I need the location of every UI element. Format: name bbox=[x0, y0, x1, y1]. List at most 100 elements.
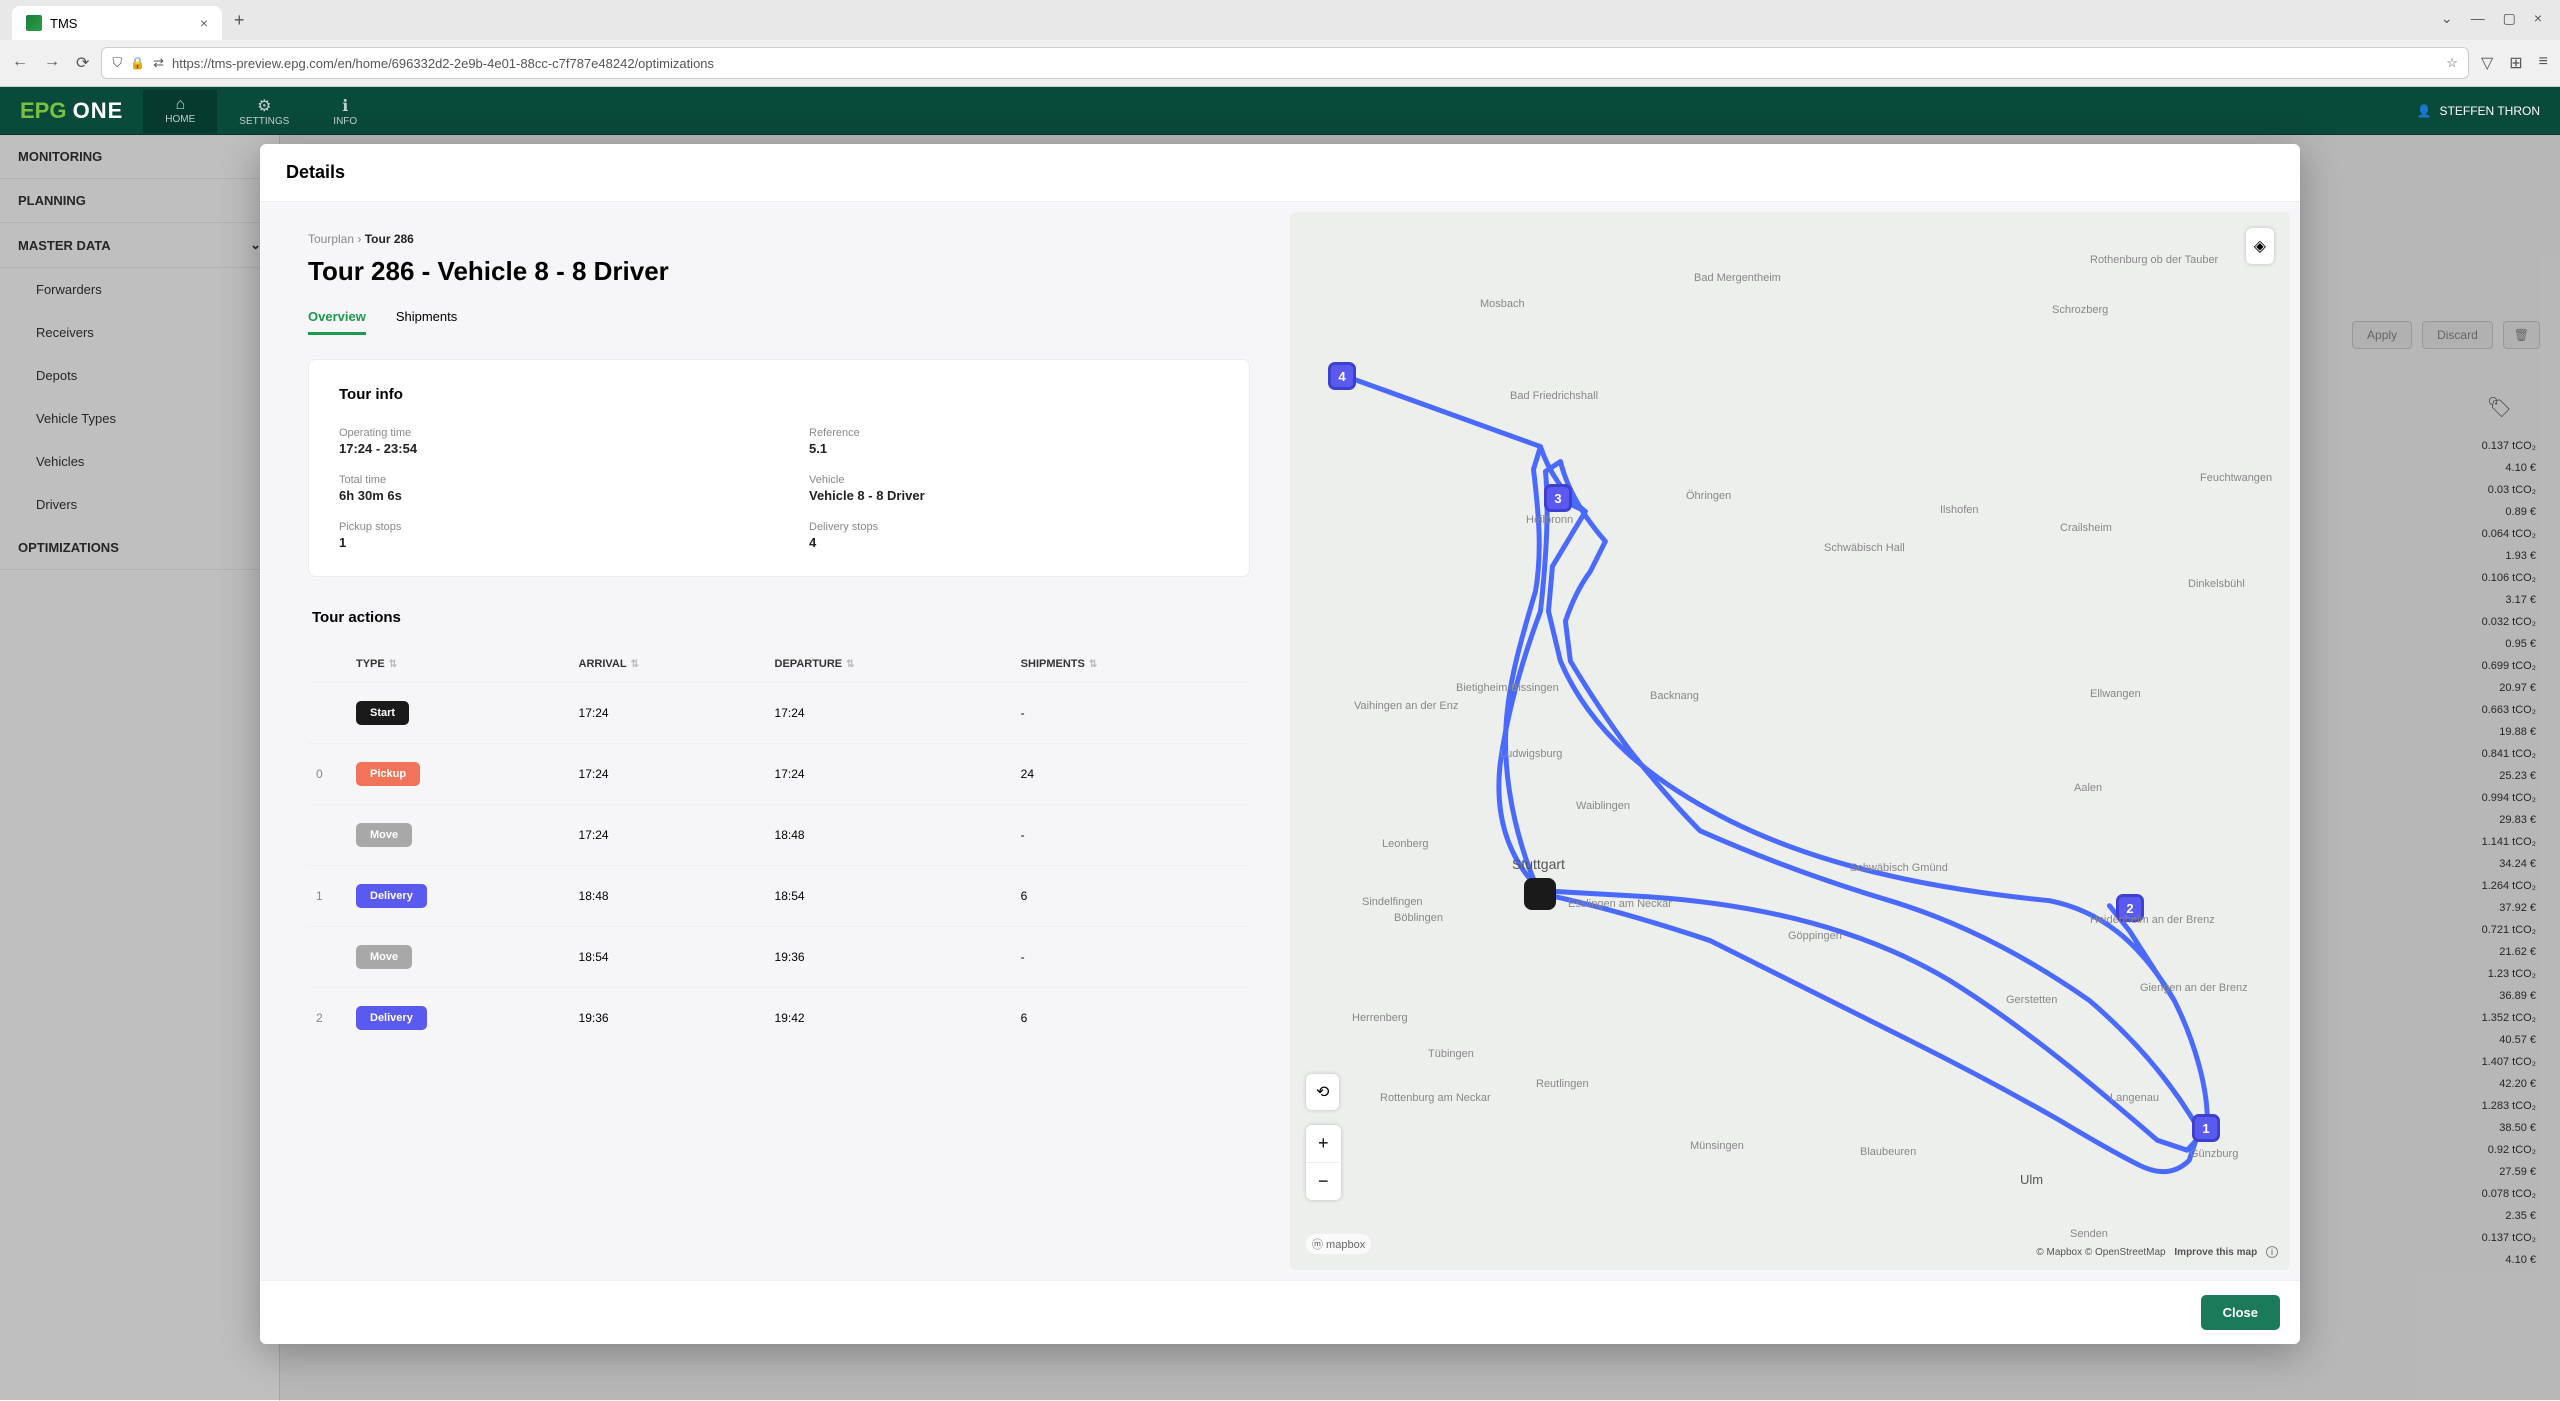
shield-icon: ⛉ bbox=[112, 55, 122, 71]
map-attribution: © Mapbox © OpenStreetMap Improve this ma… bbox=[2036, 1247, 2278, 1258]
close-window-icon[interactable]: × bbox=[2534, 10, 2542, 27]
user-name: STEFFEN THRON bbox=[2440, 104, 2540, 118]
map-pin-4[interactable]: 4 bbox=[1328, 362, 1356, 390]
map-label: Reutlingen bbox=[1536, 1078, 1589, 1090]
user-menu[interactable]: 👤 STEFFEN THRON bbox=[2397, 104, 2560, 118]
minimize-icon[interactable]: — bbox=[2471, 10, 2485, 27]
tour-info-title: Tour info bbox=[339, 386, 1219, 403]
table-row[interactable]: 0Pickup17:2417:2424 bbox=[308, 744, 1250, 805]
bookmark-icon[interactable]: ☆ bbox=[2446, 55, 2458, 71]
table-row[interactable]: Move18:5419:36- bbox=[308, 927, 1250, 988]
map-zoom-controls: + − bbox=[1306, 1125, 1341, 1200]
type-badge: Delivery bbox=[356, 1006, 427, 1030]
map-label: Ludwigsburg bbox=[1500, 748, 1562, 760]
browser-tab[interactable]: TMS × bbox=[12, 6, 222, 40]
map-label: Bietigheim-Bissingen bbox=[1456, 682, 1559, 694]
nav-settings[interactable]: ⚙ SETTINGS bbox=[217, 90, 311, 133]
map-label: Schwäbisch Gmünd bbox=[1850, 862, 1948, 874]
maximize-icon[interactable]: ▢ bbox=[2503, 10, 2516, 27]
map-reset-button[interactable]: ⟲ bbox=[1306, 1074, 1339, 1110]
nav-label: HOME bbox=[165, 114, 195, 125]
table-row[interactable]: Start17:2417:24- bbox=[308, 683, 1250, 744]
gear-icon: ⚙ bbox=[239, 96, 289, 116]
tour-actions-title: Tour actions bbox=[308, 609, 1250, 626]
type-badge: Move bbox=[356, 945, 412, 969]
map-label: Waiblingen bbox=[1576, 800, 1630, 812]
nav-label: INFO bbox=[333, 116, 357, 127]
menu-icon[interactable]: ≡ bbox=[2539, 53, 2548, 73]
map-pane: 1 2 3 4 Stuttgart Ulm Aalen Heilbronn Tü… bbox=[1290, 212, 2290, 1270]
nav-home[interactable]: ⌂ HOME bbox=[143, 90, 217, 133]
nav-label: SETTINGS bbox=[239, 116, 289, 127]
map-pin-3[interactable]: 3 bbox=[1544, 484, 1572, 512]
col-type[interactable]: TYPE⇅ bbox=[348, 646, 571, 683]
map-label: Mosbach bbox=[1480, 298, 1525, 310]
map-label: Feuchtwangen bbox=[2200, 472, 2272, 484]
url-text: https://tms-preview.epg.com/en/home/6963… bbox=[172, 56, 714, 71]
extensions-icon[interactable]: ⊞ bbox=[2509, 53, 2522, 73]
type-badge: Delivery bbox=[356, 884, 427, 908]
map-label: Ulm bbox=[2020, 1172, 2043, 1187]
info-vehicle: Vehicle Vehicle 8 - 8 Driver bbox=[809, 474, 1219, 503]
map-label: Rothenburg ob der Tauber bbox=[2090, 254, 2218, 266]
sort-icon: ⇅ bbox=[846, 659, 854, 670]
tab-title: TMS bbox=[50, 16, 77, 31]
map-label: Ilshofen bbox=[1940, 504, 1979, 516]
map-label: Ellwangen bbox=[2090, 688, 2141, 700]
improve-map-link[interactable]: Improve this map bbox=[2174, 1247, 2257, 1258]
breadcrumb-current: Tour 286 bbox=[365, 232, 414, 246]
breadcrumb: Tourplan › Tour 286 bbox=[308, 232, 1250, 246]
top-nav: ⌂ HOME ⚙ SETTINGS ℹ INFO bbox=[143, 90, 379, 133]
sort-icon: ⇅ bbox=[389, 659, 397, 670]
col-shipments[interactable]: SHIPMENTS⇅ bbox=[1013, 646, 1250, 683]
pocket-icon[interactable]: ▽ bbox=[2481, 53, 2493, 73]
detail-tabs: Overview Shipments bbox=[308, 309, 1250, 335]
zoom-in-button[interactable]: + bbox=[1306, 1125, 1341, 1163]
type-badge: Start bbox=[356, 701, 409, 725]
route-map[interactable]: 1 2 3 4 Stuttgart Ulm Aalen Heilbronn Tü… bbox=[1290, 212, 2290, 1270]
map-origin-marker[interactable] bbox=[1524, 878, 1556, 910]
map-label: Günzburg bbox=[2190, 1148, 2238, 1160]
favicon-icon bbox=[26, 15, 42, 31]
info-total-time: Total time 6h 30m 6s bbox=[339, 474, 749, 503]
close-button[interactable]: Close bbox=[2201, 1295, 2280, 1330]
new-tab-button[interactable]: + bbox=[222, 10, 257, 31]
tab-overview[interactable]: Overview bbox=[308, 309, 366, 335]
sort-icon: ⇅ bbox=[631, 659, 639, 670]
map-layers-button[interactable]: ◈ bbox=[2246, 228, 2274, 264]
map-label: Rottenburg am Neckar bbox=[1380, 1092, 1491, 1104]
dropdown-icon[interactable]: ⌄ bbox=[2441, 10, 2453, 27]
col-arrival[interactable]: ARRIVAL⇅ bbox=[571, 646, 767, 683]
reload-icon[interactable]: ⟳ bbox=[76, 53, 89, 73]
home-icon: ⌂ bbox=[165, 96, 195, 114]
table-row[interactable]: Move17:2418:48- bbox=[308, 805, 1250, 866]
map-label: Tübingen bbox=[1428, 1048, 1474, 1060]
info-operating-time: Operating time 17:24 - 23:54 bbox=[339, 427, 749, 456]
map-label: Münsingen bbox=[1690, 1140, 1744, 1152]
info-icon: ℹ bbox=[333, 96, 357, 116]
table-row[interactable]: 1Delivery18:4818:546 bbox=[308, 866, 1250, 927]
info-delivery-stops: Delivery stops 4 bbox=[809, 521, 1219, 550]
nav-info[interactable]: ℹ INFO bbox=[311, 90, 379, 133]
tab-shipments[interactable]: Shipments bbox=[396, 309, 457, 335]
sort-icon: ⇅ bbox=[1089, 659, 1097, 670]
map-pin-1[interactable]: 1 bbox=[2192, 1114, 2220, 1142]
map-label: Dinkelsbühl bbox=[2188, 578, 2245, 590]
map-label: Böblingen bbox=[1394, 912, 1443, 924]
map-label: Blaubeuren bbox=[1860, 1146, 1916, 1158]
info-icon[interactable]: i bbox=[2266, 1246, 2278, 1258]
back-icon[interactable]: ← bbox=[12, 53, 28, 73]
modal-overlay: Details Tourplan › Tour 286 Tour 286 - V… bbox=[0, 134, 2560, 1400]
close-icon[interactable]: × bbox=[200, 15, 208, 31]
tour-actions-table: TYPE⇅ ARRIVAL⇅ DEPARTURE⇅ SHIPMENTS⇅ Sta… bbox=[308, 646, 1250, 1048]
col-departure[interactable]: DEPARTURE⇅ bbox=[767, 646, 1013, 683]
map-label: Öhringen bbox=[1686, 490, 1731, 502]
breadcrumb-root[interactable]: Tourplan bbox=[308, 232, 354, 246]
forward-icon[interactable]: → bbox=[44, 53, 60, 73]
map-label: Aalen bbox=[2074, 782, 2102, 794]
url-input[interactable]: ⛉ 🔒 ⇄ https://tms-preview.epg.com/en/hom… bbox=[101, 47, 2469, 79]
table-row[interactable]: 2Delivery19:3619:426 bbox=[308, 988, 1250, 1049]
mapbox-logo: ⓜ mapbox bbox=[1306, 1234, 1371, 1254]
zoom-out-button[interactable]: − bbox=[1306, 1163, 1341, 1200]
brand-logo[interactable]: EPG ONE bbox=[0, 98, 143, 124]
